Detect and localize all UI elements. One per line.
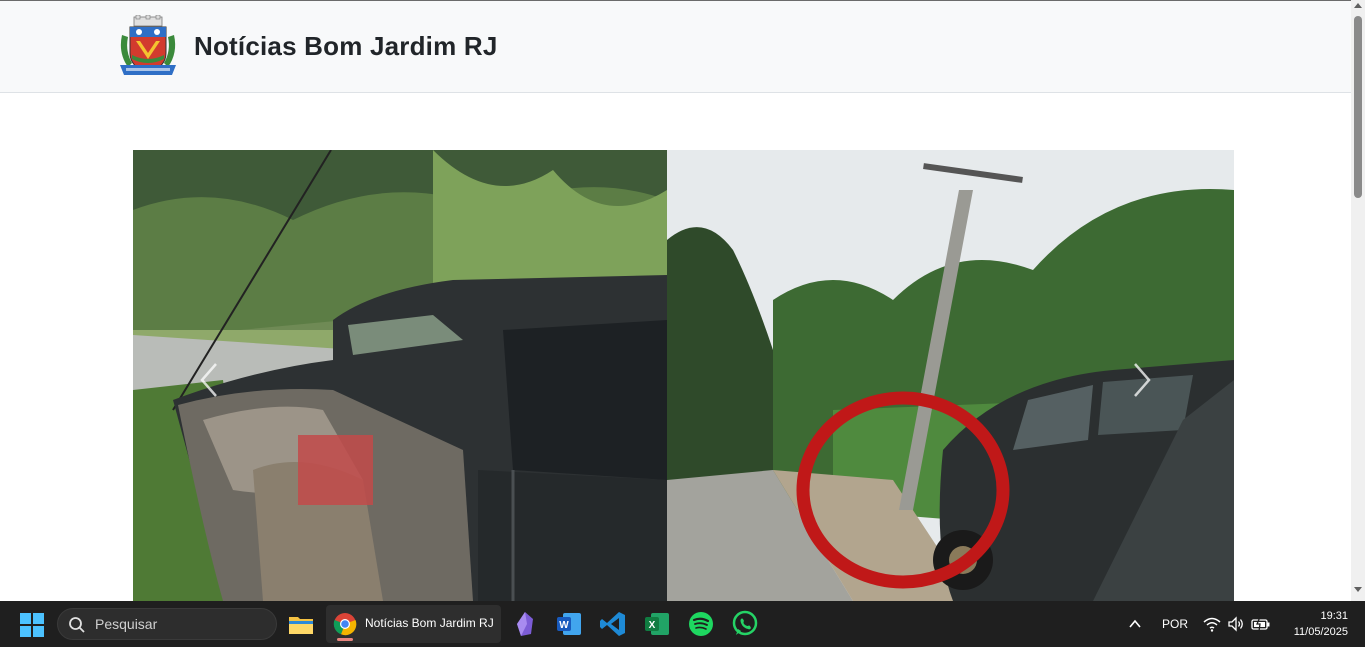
windows-start-icon[interactable] [18, 611, 46, 639]
news-photo [133, 150, 1234, 601]
news-image-carousel[interactable] [133, 150, 1234, 601]
search-icon [69, 617, 85, 633]
scroll-up-arrow-icon[interactable] [1351, 2, 1365, 14]
system-clock[interactable]: 19:31 11/05/2025 [1294, 608, 1348, 640]
chrome-icon [333, 613, 357, 636]
svg-text:W: W [559, 620, 569, 631]
search-placeholder: Pesquisar [95, 616, 158, 632]
clock-time: 19:31 [1320, 610, 1348, 622]
file-explorer-icon[interactable] [287, 610, 315, 638]
chevron-left-icon [200, 363, 217, 397]
word-icon[interactable]: W [555, 610, 583, 638]
whatsapp-icon[interactable] [731, 610, 759, 638]
scroll-thumb[interactable] [1354, 16, 1362, 198]
active-window-title: Notícias Bom Jardim RJ [365, 616, 494, 630]
svg-text:X: X [649, 620, 656, 631]
spotify-icon[interactable] [687, 610, 715, 638]
battery-charging-icon[interactable] [1251, 615, 1271, 633]
carousel-prev-button[interactable] [179, 350, 239, 410]
active-indicator [337, 638, 353, 641]
page-scrollbar[interactable] [1351, 0, 1365, 601]
browser-viewport: Notícias Bom Jardim RJ [0, 0, 1351, 601]
site-navbar: Notícias Bom Jardim RJ [0, 1, 1351, 93]
vscode-icon[interactable] [599, 610, 627, 638]
carousel-next-button[interactable] [1112, 350, 1172, 410]
chevron-right-icon [1134, 363, 1151, 397]
clock-date: 11/05/2025 [1293, 626, 1348, 638]
scroll-down-arrow-icon[interactable] [1351, 587, 1365, 599]
volume-icon[interactable] [1227, 615, 1245, 633]
taskbar-search-box[interactable]: Pesquisar [57, 608, 277, 640]
excel-icon[interactable]: X [643, 610, 671, 638]
windows-taskbar: Pesquisar Notícias Bom Jardim RJ W X POR… [0, 601, 1365, 647]
wifi-icon[interactable] [1203, 615, 1221, 633]
language-indicator[interactable]: POR [1162, 617, 1188, 631]
municipal-coat-of-arms-icon[interactable] [116, 14, 180, 79]
chrome-taskbar-button[interactable]: Notícias Bom Jardim RJ [326, 605, 501, 643]
obsidian-icon[interactable] [511, 610, 539, 638]
site-title[interactable]: Notícias Bom Jardim RJ [194, 31, 498, 62]
chevron-up-icon[interactable] [1126, 615, 1144, 633]
